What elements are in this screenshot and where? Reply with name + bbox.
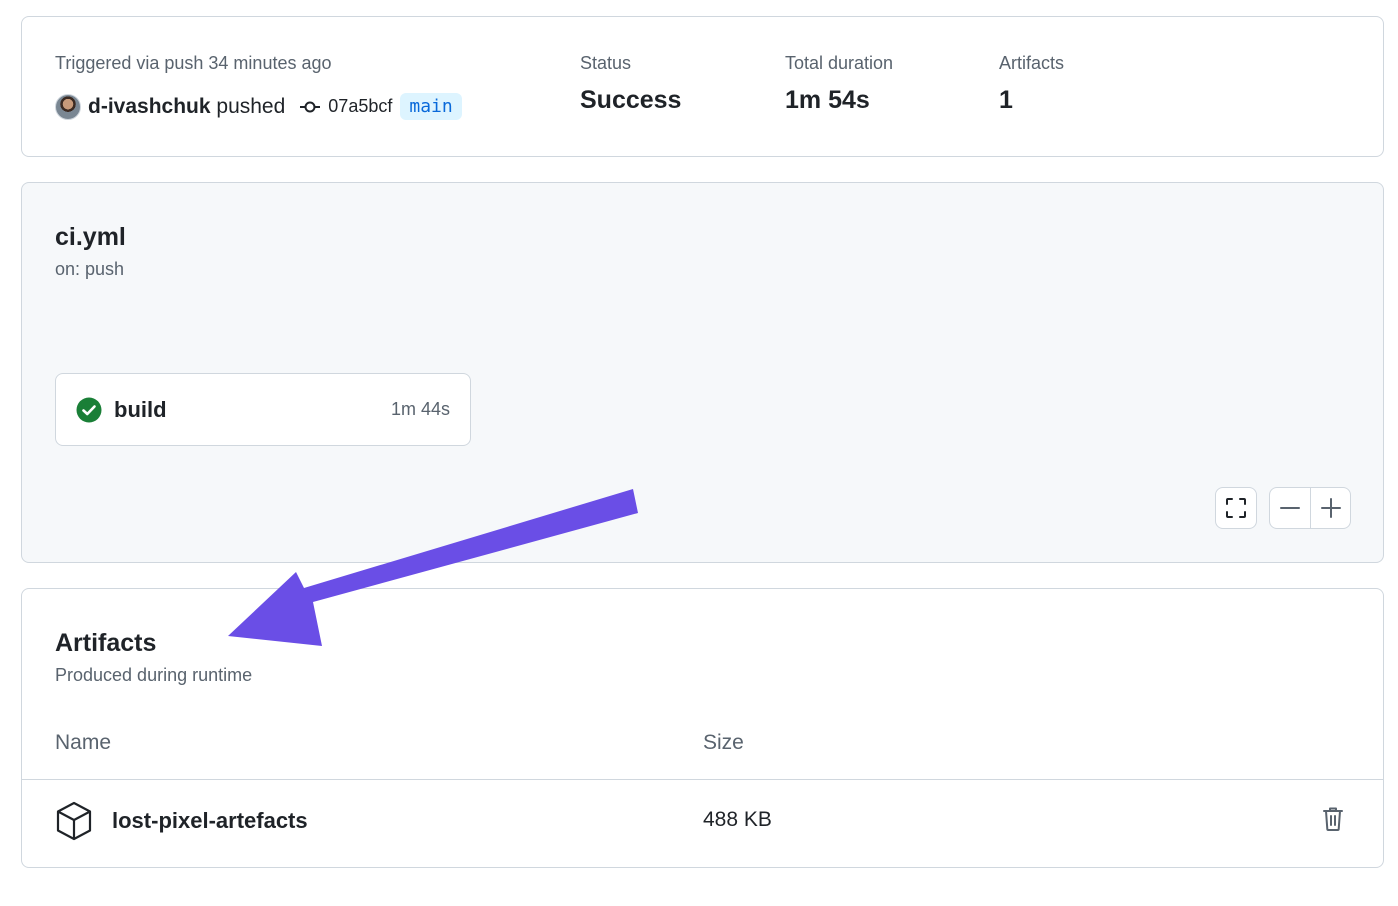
workflow-trigger: on: push: [55, 259, 125, 279]
package-icon: [55, 801, 93, 846]
duration-label: Total duration: [785, 53, 894, 73]
status-section: Status Success: [580, 53, 681, 115]
trigger-details: d-ivashchuk pushed 07a5bcf main: [55, 93, 462, 120]
success-check-icon: [76, 397, 102, 423]
delete-artifact-button[interactable]: [1322, 806, 1344, 837]
artifacts-count-label: Artifacts: [999, 53, 1065, 73]
zoom-out-icon: [1280, 507, 1300, 509]
artifacts-count-section: Artifacts 1: [999, 53, 1064, 115]
trigger-label: Triggered via push 34 minutes ago: [55, 53, 332, 73]
workflow-graph-card: ci.yml on: push build 1m 44s: [21, 182, 1384, 563]
zoom-in-button[interactable]: [1310, 488, 1350, 528]
trigger-section: Triggered via push 34 minutes ago: [55, 53, 332, 74]
job-build[interactable]: build 1m 44s: [55, 373, 471, 446]
run-summary-card: Triggered via push 34 minutes ago d-ivas…: [21, 16, 1384, 157]
table-row: lost-pixel-artefacts 488 KB: [22, 780, 1383, 868]
workflow-file-name: ci.yml: [55, 223, 126, 251]
fit-to-screen-button[interactable]: [1215, 487, 1257, 529]
duration-value: 1m 54s: [785, 86, 870, 114]
zoom-out-button[interactable]: [1270, 488, 1310, 528]
column-header-size: Size: [703, 731, 744, 754]
artifact-size: 488 KB: [703, 808, 772, 831]
status-value: Success: [580, 86, 682, 114]
job-duration: 1m 44s: [390, 399, 450, 419]
zoom-controls: [1269, 487, 1351, 529]
column-header-name: Name: [55, 731, 112, 754]
job-name: build: [114, 396, 167, 422]
artifacts-count-value[interactable]: 1: [999, 86, 1064, 115]
pusher-text: d-ivashchuk pushed: [88, 95, 285, 119]
status-label: Status: [580, 53, 632, 73]
push-action: pushed: [216, 94, 286, 118]
branch-badge[interactable]: main: [400, 93, 462, 120]
commit-sha-link[interactable]: 07a5bcf: [328, 96, 392, 117]
artifacts-title: Artifacts: [55, 629, 157, 657]
artifacts-subtitle: Produced during runtime: [55, 665, 253, 685]
avatar[interactable]: [55, 93, 81, 120]
duration-section: Total duration 1m 54s: [785, 53, 893, 115]
commit-icon: [299, 99, 321, 115]
zoom-in-icon: [1320, 498, 1341, 518]
artifacts-card: Artifacts Produced during runtime Name S…: [21, 588, 1384, 868]
actor-link[interactable]: d-ivashchuk: [88, 95, 211, 118]
artifact-name-link[interactable]: lost-pixel-artefacts: [112, 808, 308, 834]
trash-icon: [1323, 807, 1343, 831]
fit-to-screen-icon: [1216, 488, 1256, 528]
